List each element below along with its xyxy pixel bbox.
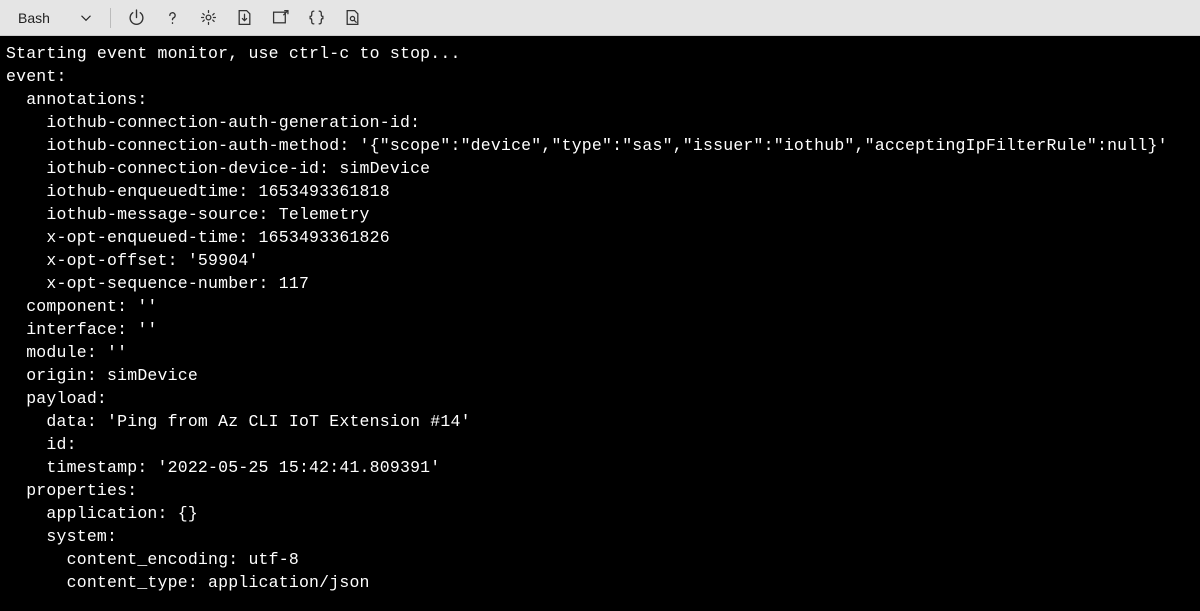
- power-icon: [128, 9, 145, 26]
- terminal-line: data: 'Ping from Az CLI IoT Extension #1…: [6, 410, 1194, 433]
- terminal-line: iothub-enqueuedtime: 1653493361818: [6, 180, 1194, 203]
- terminal-line: Starting event monitor, use ctrl-c to st…: [6, 42, 1194, 65]
- web-preview-button[interactable]: [337, 2, 369, 34]
- restart-button[interactable]: [121, 2, 153, 34]
- terminal-line: application: {}: [6, 502, 1194, 525]
- terminal-line: system:: [6, 525, 1194, 548]
- terminal-line: x-opt-enqueued-time: 1653493361826: [6, 226, 1194, 249]
- terminal-line: id:: [6, 433, 1194, 456]
- braces-icon: [308, 9, 325, 26]
- help-icon: [164, 9, 181, 26]
- shell-selector-dropdown[interactable]: Bash: [10, 6, 100, 30]
- chevron-down-icon: [80, 12, 92, 24]
- cloud-shell-toolbar: Bash: [0, 0, 1200, 36]
- editor-button[interactable]: [301, 2, 333, 34]
- new-tab-icon: [272, 9, 289, 26]
- terminal-line: content_encoding: utf-8: [6, 548, 1194, 571]
- terminal-line: origin: simDevice: [6, 364, 1194, 387]
- help-button[interactable]: [157, 2, 189, 34]
- file-preview-icon: [344, 9, 361, 26]
- terminal-line: iothub-connection-device-id: simDevice: [6, 157, 1194, 180]
- terminal-line: component: '': [6, 295, 1194, 318]
- terminal-line: properties:: [6, 479, 1194, 502]
- terminal-line: x-opt-sequence-number: 117: [6, 272, 1194, 295]
- terminal-line: iothub-message-source: Telemetry: [6, 203, 1194, 226]
- terminal-line: payload:: [6, 387, 1194, 410]
- new-session-button[interactable]: [265, 2, 297, 34]
- gear-icon: [200, 9, 217, 26]
- shell-selector-label: Bash: [18, 10, 50, 26]
- settings-button[interactable]: [193, 2, 225, 34]
- terminal-line: x-opt-offset: '59904': [6, 249, 1194, 272]
- terminal-line: interface: '': [6, 318, 1194, 341]
- terminal-line: timestamp: '2022-05-25 15:42:41.809391': [6, 456, 1194, 479]
- terminal-line: module: '': [6, 341, 1194, 364]
- terminal-line: iothub-connection-auth-generation-id:: [6, 111, 1194, 134]
- terminal-line: iothub-connection-auth-method: '{"scope"…: [6, 134, 1194, 157]
- upload-download-button[interactable]: [229, 2, 261, 34]
- toolbar-divider: [110, 8, 111, 28]
- terminal-line: annotations:: [6, 88, 1194, 111]
- terminal-line: event:: [6, 65, 1194, 88]
- terminal-line: content_type: application/json: [6, 571, 1194, 594]
- terminal-output[interactable]: Starting event monitor, use ctrl-c to st…: [0, 36, 1200, 600]
- file-updown-icon: [236, 9, 253, 26]
